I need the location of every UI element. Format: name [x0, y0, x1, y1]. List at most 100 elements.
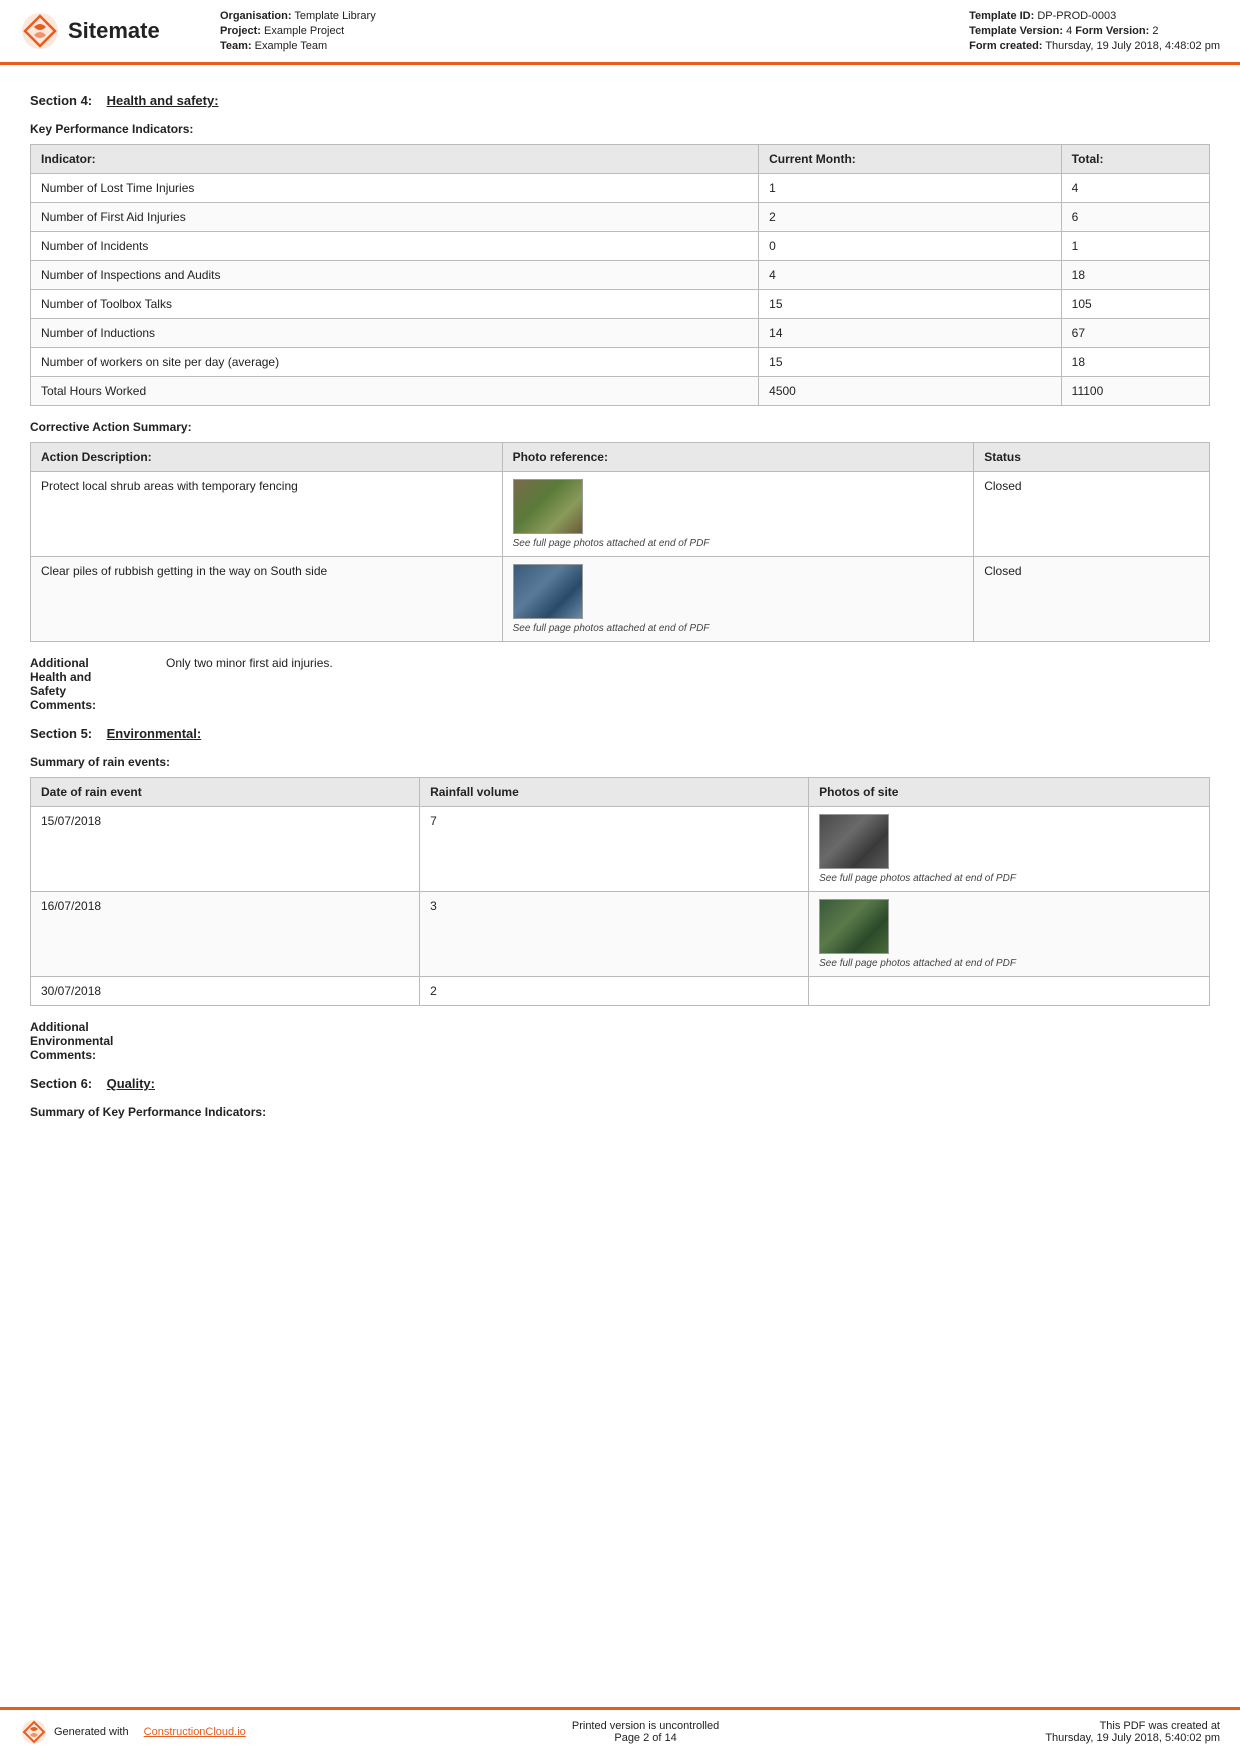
- table-cell: Number of workers on site per day (avera…: [31, 348, 759, 377]
- table-row: 16/07/20183See full page photos attached…: [31, 892, 1210, 977]
- rain-col-photos: Photos of site: [809, 778, 1210, 807]
- table-cell: Number of Lost Time Injuries: [31, 174, 759, 203]
- corrective-col-status: Status: [974, 443, 1210, 472]
- organisation-line: Organisation: Template Library: [220, 10, 376, 22]
- photo-note: See full page photos attached at end of …: [513, 623, 964, 634]
- footer-logo: Generated with ConstructionCloud.io: [20, 1718, 246, 1746]
- corrective-heading: Corrective Action Summary:: [30, 420, 1210, 434]
- table-cell: 14: [759, 319, 1062, 348]
- main-content: Section 4: Health and safety: Key Perfor…: [0, 65, 1240, 1227]
- additional-env-label: AdditionalEnvironmentalComments:: [30, 1020, 150, 1062]
- rain-photo-cell: See full page photos attached at end of …: [809, 892, 1210, 977]
- additional-env-value: [166, 1020, 1210, 1062]
- logo-text: Sitemate: [68, 18, 160, 44]
- table-cell: 105: [1061, 290, 1209, 319]
- table-cell: 15: [759, 348, 1062, 377]
- table-cell: 4: [1061, 174, 1209, 203]
- template-id-line: Template ID: DP-PROD-0003: [969, 10, 1220, 22]
- table-row: Protect local shrub areas with temporary…: [31, 472, 1210, 557]
- additional-health-block: AdditionalHealth andSafetyComments: Only…: [30, 656, 1210, 712]
- photo-thumbnail: [819, 899, 889, 954]
- page-header: Sitemate Organisation: Template Library …: [0, 0, 1240, 65]
- footer-center: Printed version is uncontrolledPage 2 of…: [286, 1720, 1006, 1744]
- rain-photo-cell: [809, 977, 1210, 1006]
- footer-timestamp: This PDF was created atThursday, 19 July…: [1045, 1720, 1220, 1744]
- table-cell: 11100: [1061, 377, 1209, 406]
- corrective-status-cell: Closed: [974, 557, 1210, 642]
- rain-date-cell: 15/07/2018: [31, 807, 420, 892]
- rain-photo-cell: See full page photos attached at end of …: [809, 807, 1210, 892]
- section4-heading: Section 4: Health and safety:: [30, 93, 1210, 108]
- header-col-left: Organisation: Template Library Project: …: [220, 10, 376, 52]
- table-cell: 1: [1061, 232, 1209, 261]
- photo-thumbnail: [819, 814, 889, 869]
- table-row: Number of First Aid Injuries26: [31, 203, 1210, 232]
- table-cell: Number of First Aid Injuries: [31, 203, 759, 232]
- table-cell: 4: [759, 261, 1062, 290]
- table-cell: 67: [1061, 319, 1209, 348]
- page-footer: Generated with ConstructionCloud.io Prin…: [0, 1707, 1240, 1754]
- kpi-col-month: Current Month:: [759, 145, 1062, 174]
- rain-date-cell: 16/07/2018: [31, 892, 420, 977]
- section5-heading: Section 5: Environmental:: [30, 726, 1210, 741]
- additional-health-value: Only two minor first aid injuries.: [166, 656, 1210, 712]
- rain-col-date: Date of rain event: [31, 778, 420, 807]
- table-cell: 2: [759, 203, 1062, 232]
- photo-thumbnail: [513, 479, 583, 534]
- corrective-action-cell: Clear piles of rubbish getting in the wa…: [31, 557, 503, 642]
- table-cell: 1: [759, 174, 1062, 203]
- table-cell: 18: [1061, 261, 1209, 290]
- table-cell: Total Hours Worked: [31, 377, 759, 406]
- table-row: Number of Inspections and Audits418: [31, 261, 1210, 290]
- kpi-col-total: Total:: [1061, 145, 1209, 174]
- kpi-table: Indicator: Current Month: Total: Number …: [30, 144, 1210, 406]
- kpi-heading: Key Performance Indicators:: [30, 122, 1210, 136]
- table-row: 15/07/20187 See full page photos attached…: [31, 807, 1210, 892]
- table-cell: 4500: [759, 377, 1062, 406]
- team-line: Team: Example Team: [220, 40, 376, 52]
- footer-right: This PDF was created atThursday, 19 July…: [1045, 1720, 1220, 1744]
- photo-note: See full page photos attached at end of …: [513, 538, 964, 549]
- footer-generated-text: Generated with: [54, 1726, 129, 1738]
- table-cell: 18: [1061, 348, 1209, 377]
- additional-env-block: AdditionalEnvironmentalComments:: [30, 1020, 1210, 1062]
- rain-volume-cell: 2: [420, 977, 809, 1006]
- table-cell: 15: [759, 290, 1062, 319]
- table-cell: Number of Toolbox Talks: [31, 290, 759, 319]
- corrective-photo-cell: See full page photos attached at end of …: [502, 557, 974, 642]
- logo-block: Sitemate: [20, 10, 200, 52]
- table-row: Total Hours Worked450011100: [31, 377, 1210, 406]
- sitemate-logo-icon: [20, 11, 60, 51]
- table-cell: Number of Inductions: [31, 319, 759, 348]
- project-line: Project: Example Project: [220, 25, 376, 37]
- corrective-action-cell: Protect local shrub areas with temporary…: [31, 472, 503, 557]
- photo-note: See full page photos attached at end of …: [819, 873, 1199, 884]
- table-row: Number of Toolbox Talks15105: [31, 290, 1210, 319]
- table-cell: 6: [1061, 203, 1209, 232]
- rain-date-cell: 30/07/2018: [31, 977, 420, 1006]
- header-col-right: Template ID: DP-PROD-0003 Template Versi…: [969, 10, 1220, 52]
- kpi-col-indicator: Indicator:: [31, 145, 759, 174]
- photo-thumbnail: [513, 564, 583, 619]
- footer-logo-icon: [20, 1718, 48, 1746]
- section6-sub-heading: Summary of Key Performance Indicators:: [30, 1105, 1210, 1119]
- footer-link[interactable]: ConstructionCloud.io: [144, 1726, 246, 1738]
- rain-col-volume: Rainfall volume: [420, 778, 809, 807]
- table-row: Number of Inductions1467: [31, 319, 1210, 348]
- table-row: 30/07/20182: [31, 977, 1210, 1006]
- corrective-photo-cell: See full page photos attached at end of …: [502, 472, 974, 557]
- corrective-status-cell: Closed: [974, 472, 1210, 557]
- rain-heading: Summary of rain events:: [30, 755, 1210, 769]
- table-row: Number of Lost Time Injuries14: [31, 174, 1210, 203]
- additional-health-label: AdditionalHealth andSafetyComments:: [30, 656, 150, 712]
- photo-note: See full page photos attached at end of …: [819, 958, 1199, 969]
- table-cell: Number of Incidents: [31, 232, 759, 261]
- form-created-line: Form created: Thursday, 19 July 2018, 4:…: [969, 40, 1220, 52]
- template-version-line: Template Version: 4 Form Version: 2: [969, 25, 1220, 37]
- table-row: Number of workers on site per day (avera…: [31, 348, 1210, 377]
- corrective-table: Action Description: Photo reference: Sta…: [30, 442, 1210, 642]
- table-cell: Number of Inspections and Audits: [31, 261, 759, 290]
- table-row: Number of Incidents01: [31, 232, 1210, 261]
- table-row: Clear piles of rubbish getting in the wa…: [31, 557, 1210, 642]
- rain-volume-cell: 7: [420, 807, 809, 892]
